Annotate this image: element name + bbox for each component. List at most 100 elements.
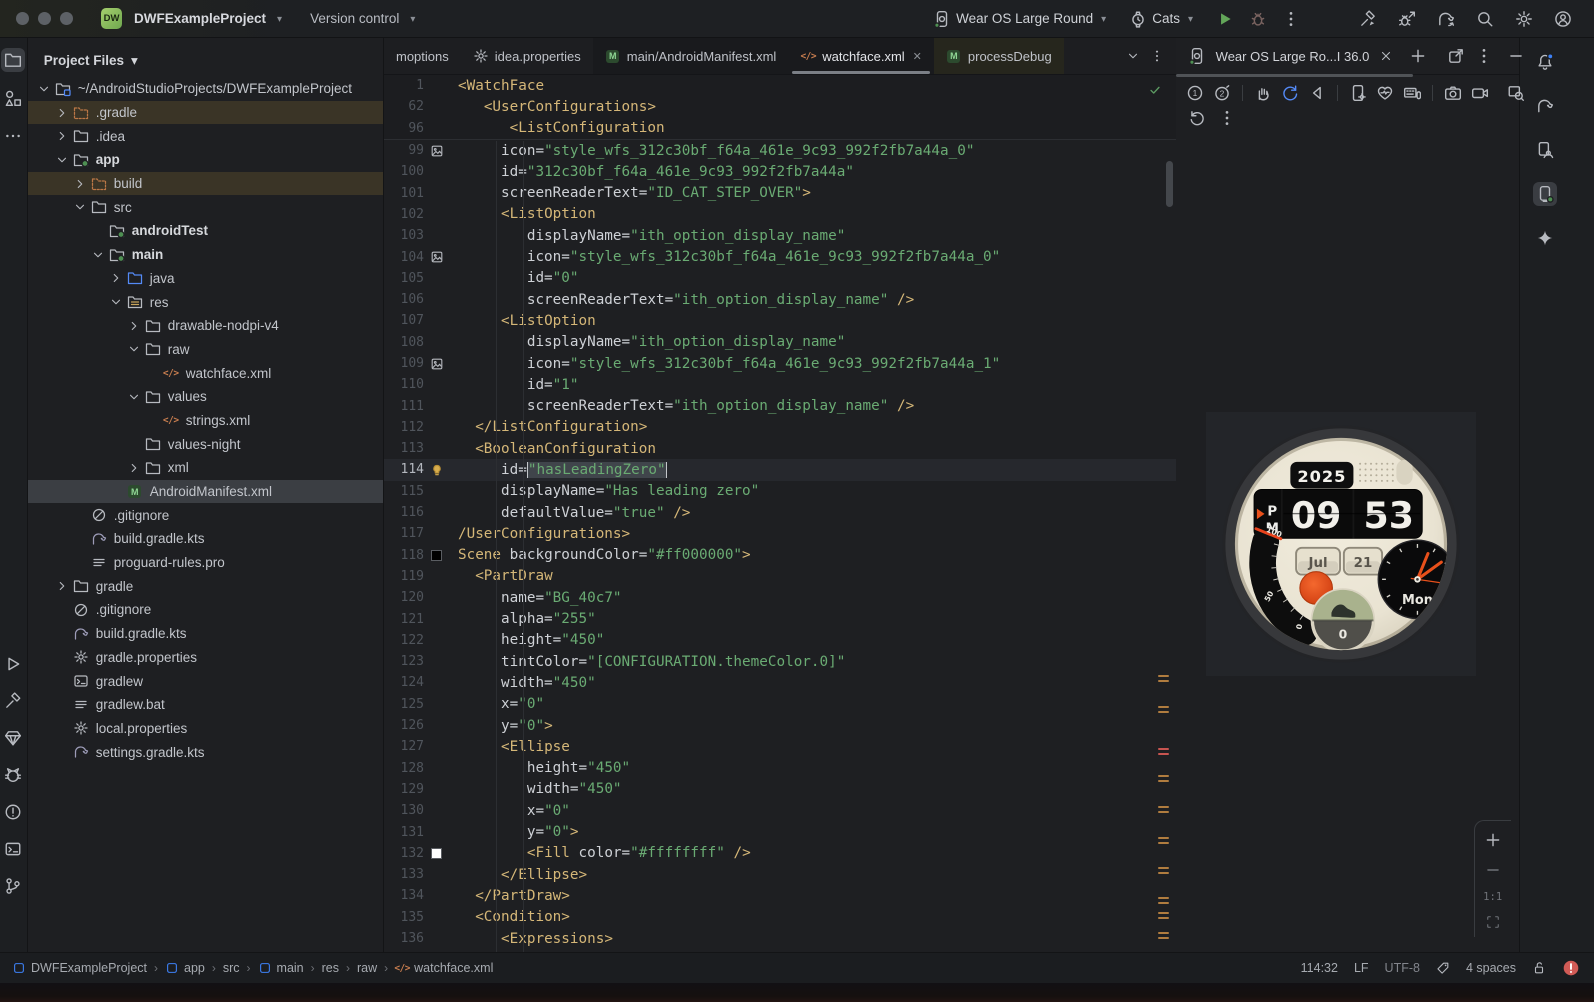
tree-item--gitignore[interactable]: .gitignore — [28, 503, 383, 527]
line-number[interactable]: 101 — [384, 186, 424, 201]
line-number[interactable]: 108 — [384, 335, 424, 350]
code-line-114[interactable]: 114 id="hasLeadingZero" — [384, 459, 1176, 480]
tree-item-local-properties[interactable]: local.properties — [28, 717, 383, 741]
line-number[interactable]: 103 — [384, 228, 424, 243]
run-button[interactable] — [1216, 10, 1234, 28]
device-settings-icon[interactable] — [1349, 84, 1367, 102]
code-line-121[interactable]: 121 alpha="255" — [384, 608, 1176, 629]
breadcrumb-src[interactable]: src — [223, 961, 240, 975]
code-line-105[interactable]: 105 id="0" — [384, 268, 1176, 289]
line-number[interactable]: 62 — [384, 99, 424, 114]
indent-setting[interactable]: 4 spaces — [1466, 961, 1516, 975]
minimize-window-icon[interactable] — [38, 12, 51, 25]
device-tab-label[interactable]: Wear OS Large Ro...I 36.0 — [1216, 49, 1370, 64]
line-number[interactable]: 113 — [384, 441, 424, 456]
tree-item-xml[interactable]: xml — [28, 456, 383, 480]
zoom-mode-icon[interactable] — [1507, 84, 1525, 102]
tree-item-gradlew-bat[interactable]: gradlew.bat — [28, 693, 383, 717]
problems-icon[interactable] — [1, 800, 25, 824]
line-number[interactable]: 121 — [384, 612, 424, 627]
code-line-127[interactable]: 127 <Ellipse — [384, 736, 1176, 757]
tree-item-values[interactable]: values — [28, 385, 383, 409]
zoom-out-button[interactable] — [1484, 861, 1502, 879]
tree-item-build[interactable]: build — [28, 172, 383, 196]
cursor-position[interactable]: 114:32 — [1301, 961, 1338, 975]
code-line-106[interactable]: 106 screenReaderText="ith_option_display… — [384, 289, 1176, 310]
tab-watchface-xml[interactable]: </>watchface.xml✕ — [788, 38, 934, 74]
tree-item-res[interactable]: res — [28, 290, 383, 314]
chevron-right-icon[interactable] — [54, 579, 71, 593]
tag-icon[interactable] — [1436, 961, 1450, 975]
zoom-reset-button[interactable]: 1:1 — [1483, 891, 1502, 903]
line-number[interactable]: 127 — [384, 739, 424, 754]
code-line-125[interactable]: 125 x="0" — [384, 694, 1176, 715]
gemini-icon[interactable] — [1533, 226, 1557, 250]
tree-item-androidmanifest-xml[interactable]: MAndroidManifest.xml — [28, 480, 383, 504]
line-number[interactable]: 126 — [384, 718, 424, 733]
tree-item-values-night[interactable]: values-night — [28, 432, 383, 456]
chevron-right-icon[interactable] — [126, 319, 143, 333]
video-icon[interactable] — [1471, 84, 1489, 102]
code-line-123[interactable]: 123 tintColor="[CONFIGURATION.themeColor… — [384, 651, 1176, 672]
line-number[interactable]: 134 — [384, 888, 424, 903]
tab-moptions[interactable]: moptions — [384, 38, 461, 74]
line-number[interactable]: 112 — [384, 420, 424, 435]
code-line-133[interactable]: 133 </Ellipse> — [384, 864, 1176, 885]
line-number[interactable]: 96 — [384, 121, 424, 136]
code-line-128[interactable]: 128 height="450" — [384, 758, 1176, 779]
hand-icon[interactable] — [1254, 84, 1272, 102]
tree-item-src[interactable]: src — [28, 195, 383, 219]
code-line-136[interactable]: 136 <Expressions> — [384, 928, 1176, 949]
editor-scrollbar[interactable] — [1166, 161, 1173, 207]
line-number[interactable]: 1 — [384, 78, 424, 93]
logcat-icon[interactable] — [1, 763, 25, 787]
inspection-ok-icon[interactable] — [1148, 83, 1162, 97]
code-line-108[interactable]: 108 displayName="ith_option_display_name… — [384, 332, 1176, 353]
vcs-branch-icon[interactable] — [1, 874, 25, 898]
line-number[interactable]: 124 — [384, 675, 424, 690]
line-separator[interactable]: LF — [1354, 961, 1369, 975]
line-number[interactable]: 114 — [384, 462, 424, 477]
zoom-in-button[interactable] — [1484, 831, 1502, 849]
inspection-mark[interactable] — [1158, 748, 1169, 755]
running-devices-icon[interactable] — [1533, 182, 1557, 206]
breadcrumb-res[interactable]: res — [322, 961, 339, 975]
code-line-129[interactable]: 129 width="450" — [384, 779, 1176, 800]
tab-options-button[interactable] — [1150, 49, 1164, 63]
reset-icon[interactable] — [1188, 109, 1206, 127]
line-number[interactable]: 109 — [384, 356, 424, 371]
tree-item-strings-xml[interactable]: </>strings.xml — [28, 409, 383, 433]
inspection-mark[interactable] — [1158, 837, 1169, 844]
inspection-mark[interactable] — [1158, 867, 1169, 874]
tab-processdebug[interactable]: MprocessDebug — [934, 38, 1064, 74]
close-device-tab-icon[interactable] — [1379, 49, 1393, 63]
line-number[interactable]: 106 — [384, 292, 424, 307]
tree-item-gradle[interactable]: gradle — [28, 574, 383, 598]
chevron-down-icon[interactable] — [126, 342, 143, 356]
back-icon[interactable] — [1308, 84, 1326, 102]
panel-options-button[interactable] — [1475, 47, 1493, 65]
resource-manager-icon[interactable] — [1, 86, 25, 110]
insights-icon[interactable] — [1, 726, 25, 750]
chevron-right-icon[interactable] — [108, 271, 125, 285]
rotate-icon[interactable] — [1281, 84, 1299, 102]
code-line-130[interactable]: 130 x="0" — [384, 800, 1176, 821]
more-tools-icon[interactable] — [1, 124, 25, 148]
line-number[interactable]: 130 — [384, 803, 424, 818]
search-icon[interactable] — [1476, 10, 1494, 28]
lock-open-icon[interactable] — [1532, 961, 1546, 975]
emulator-screen[interactable]: 2025 P M 09 53 — [1206, 412, 1476, 676]
breadcrumb-main[interactable]: main — [258, 961, 304, 975]
inspection-mark[interactable] — [1158, 897, 1169, 904]
code-line-100[interactable]: 100 id="312c30bf_f64a_461e_9c93_992f2fb7… — [384, 161, 1176, 182]
hardware-button-one-icon[interactable]: 1 — [1186, 84, 1204, 102]
tree-item--androidstudioprojects-dwfexampleproject[interactable]: ~/AndroidStudioProjects/DWFExampleProjec… — [28, 77, 383, 101]
code-line-104[interactable]: 104 icon="style_wfs_312c30bf_f64a_461e_9… — [384, 246, 1176, 267]
kebab-icon[interactable] — [1218, 109, 1236, 127]
run-tool-icon[interactable] — [1, 652, 25, 676]
window-controls[interactable] — [16, 12, 73, 25]
notifications-icon[interactable] — [1533, 50, 1557, 74]
code-line-99[interactable]: 99 icon="style_wfs_312c30bf_f64a_461e_9c… — [384, 140, 1176, 161]
code-line-110[interactable]: 110 id="1" — [384, 374, 1176, 395]
tree-item--idea[interactable]: .idea — [28, 124, 383, 148]
